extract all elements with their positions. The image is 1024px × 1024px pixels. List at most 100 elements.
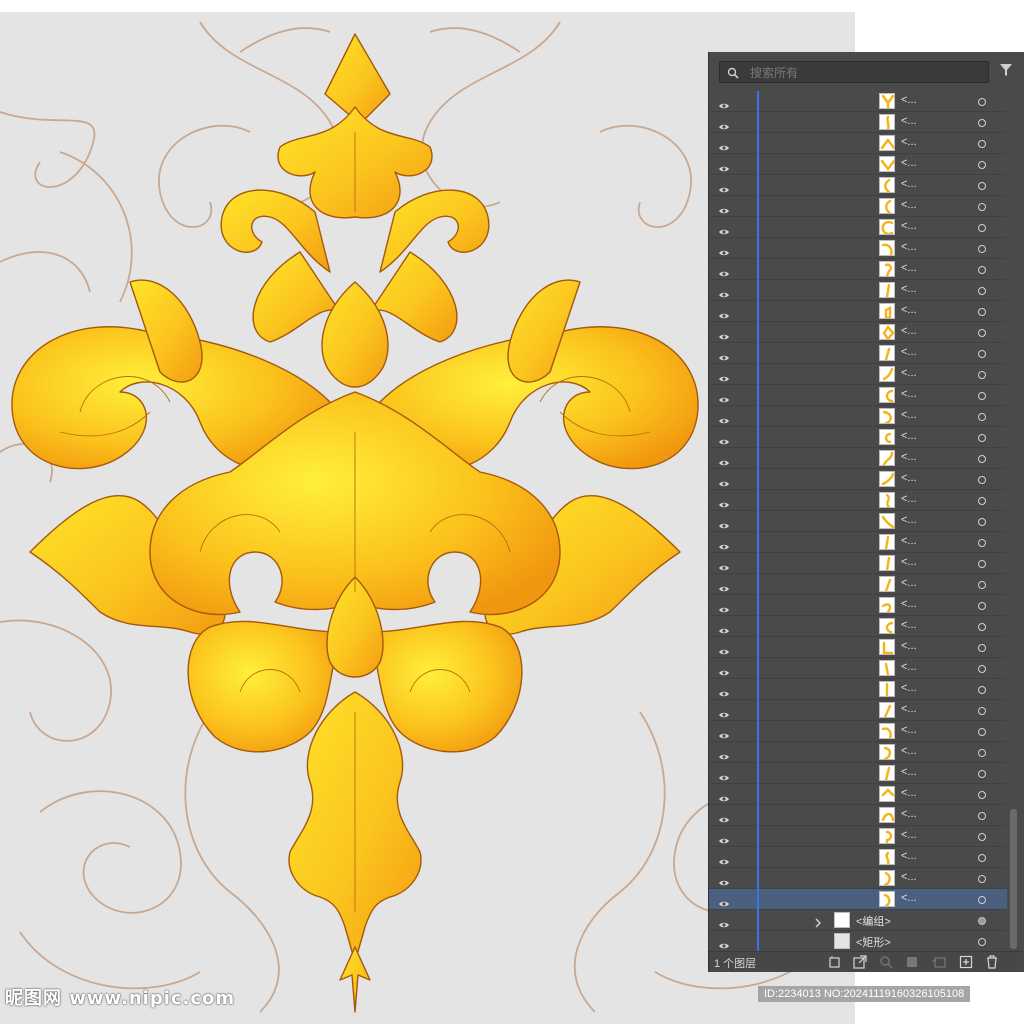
- layer-row[interactable]: <...: [709, 847, 1007, 868]
- layer-name[interactable]: <...: [901, 703, 917, 715]
- layer-row[interactable]: <...: [709, 448, 1007, 469]
- target-circle-icon[interactable]: [978, 938, 986, 946]
- layer-name[interactable]: <...: [901, 430, 917, 442]
- layer-row-group[interactable]: <编组>: [709, 910, 1007, 931]
- target-circle-icon[interactable]: [978, 182, 986, 190]
- panel-scrollbar[interactable]: [1008, 91, 1018, 953]
- layer-name[interactable]: <...: [901, 766, 917, 778]
- layer-row[interactable]: <...: [709, 700, 1007, 721]
- target-circle-icon[interactable]: [978, 245, 986, 253]
- layer-name[interactable]: <...: [901, 388, 917, 400]
- layer-row[interactable]: <...: [709, 616, 1007, 637]
- layer-name[interactable]: <...: [901, 283, 917, 295]
- layer-row[interactable]: <...: [709, 889, 1007, 910]
- target-circle-icon[interactable]: [978, 371, 986, 379]
- layer-row[interactable]: <...: [709, 553, 1007, 574]
- target-circle-icon[interactable]: [978, 413, 986, 421]
- target-circle-icon[interactable]: [978, 770, 986, 778]
- layer-row[interactable]: <...: [709, 658, 1007, 679]
- target-circle-icon[interactable]: [978, 497, 986, 505]
- layer-row[interactable]: <...: [709, 280, 1007, 301]
- new-sublayer-icon[interactable]: [931, 955, 947, 974]
- layer-row[interactable]: <...: [709, 301, 1007, 322]
- layer-row-rectangle[interactable]: <矩形>: [709, 931, 1007, 952]
- layer-name[interactable]: <...: [901, 745, 917, 757]
- layer-row[interactable]: <...: [709, 343, 1007, 364]
- target-circle-icon[interactable]: [978, 224, 986, 232]
- target-circle-icon[interactable]: [978, 539, 986, 547]
- layer-name[interactable]: <...: [901, 409, 917, 421]
- layer-row[interactable]: <...: [709, 112, 1007, 133]
- target-circle-icon[interactable]: [978, 560, 986, 568]
- layer-row[interactable]: <...: [709, 763, 1007, 784]
- layer-row[interactable]: <...: [709, 595, 1007, 616]
- filter-icon[interactable]: [999, 63, 1013, 82]
- target-circle-icon[interactable]: [978, 434, 986, 442]
- layer-name[interactable]: <...: [901, 346, 917, 358]
- layer-name[interactable]: <...: [901, 535, 917, 547]
- layer-name-rectangle[interactable]: <矩形>: [856, 934, 891, 950]
- target-circle-icon[interactable]: [978, 728, 986, 736]
- layer-row[interactable]: <...: [709, 364, 1007, 385]
- layer-name[interactable]: <...: [901, 115, 917, 127]
- layer-row[interactable]: <...: [709, 574, 1007, 595]
- layer-row[interactable]: <...: [709, 259, 1007, 280]
- target-circle-icon[interactable]: [978, 287, 986, 295]
- target-circle-icon[interactable]: [978, 581, 986, 589]
- layer-name[interactable]: <...: [901, 892, 917, 904]
- layer-name[interactable]: <...: [901, 682, 917, 694]
- target-circle-icon[interactable]: [978, 833, 986, 841]
- layer-name[interactable]: <...: [901, 136, 917, 148]
- layer-row[interactable]: <...: [709, 133, 1007, 154]
- layer-row[interactable]: <...: [709, 322, 1007, 343]
- layer-row[interactable]: <...: [709, 406, 1007, 427]
- layer-row[interactable]: <...: [709, 196, 1007, 217]
- target-circle-icon[interactable]: [978, 329, 986, 337]
- locate-icon[interactable]: [853, 955, 867, 974]
- layer-name[interactable]: <...: [901, 850, 917, 862]
- layer-row[interactable]: <...: [709, 238, 1007, 259]
- collect-export-icon[interactable]: [829, 955, 844, 974]
- target-circle-icon[interactable]: [978, 455, 986, 463]
- layer-name[interactable]: <...: [901, 556, 917, 568]
- layer-name[interactable]: <...: [901, 451, 917, 463]
- target-circle-icon[interactable]: [978, 686, 986, 694]
- search-input[interactable]: [748, 63, 982, 83]
- layer-name[interactable]: <...: [901, 598, 917, 610]
- layer-name[interactable]: <...: [901, 262, 917, 274]
- layer-name[interactable]: <...: [901, 178, 917, 190]
- layer-name[interactable]: <...: [901, 472, 917, 484]
- target-circle-icon[interactable]: [978, 119, 986, 127]
- target-circle-icon[interactable]: [978, 350, 986, 358]
- layer-row[interactable]: <...: [709, 511, 1007, 532]
- target-circle-icon[interactable]: [978, 749, 986, 757]
- layer-name[interactable]: <...: [901, 220, 917, 232]
- layer-name[interactable]: <...: [901, 829, 917, 841]
- layer-row[interactable]: <...: [709, 154, 1007, 175]
- layer-row[interactable]: <...: [709, 784, 1007, 805]
- target-circle-icon[interactable]: [978, 917, 986, 925]
- layer-name[interactable]: <...: [901, 514, 917, 526]
- target-circle-icon[interactable]: [978, 644, 986, 652]
- layer-row[interactable]: <...: [709, 490, 1007, 511]
- target-circle-icon[interactable]: [978, 518, 986, 526]
- layer-name[interactable]: <...: [901, 640, 917, 652]
- target-circle-icon[interactable]: [978, 602, 986, 610]
- layer-row[interactable]: <...: [709, 532, 1007, 553]
- layer-name[interactable]: <...: [901, 157, 917, 169]
- search-bar[interactable]: [719, 61, 989, 83]
- trash-icon[interactable]: [985, 955, 999, 974]
- target-circle-icon[interactable]: [978, 161, 986, 169]
- layer-name[interactable]: <...: [901, 871, 917, 883]
- clipping-mask-icon[interactable]: [905, 955, 919, 974]
- layer-name[interactable]: <...: [901, 787, 917, 799]
- layer-name[interactable]: <...: [901, 304, 917, 316]
- layer-name[interactable]: <...: [901, 241, 917, 253]
- layer-row[interactable]: <...: [709, 427, 1007, 448]
- target-circle-icon[interactable]: [978, 392, 986, 400]
- target-circle-icon[interactable]: [978, 812, 986, 820]
- layer-name-group[interactable]: <编组>: [856, 913, 891, 929]
- layer-row[interactable]: <...: [709, 385, 1007, 406]
- layer-name[interactable]: <...: [901, 724, 917, 736]
- layer-row[interactable]: <...: [709, 805, 1007, 826]
